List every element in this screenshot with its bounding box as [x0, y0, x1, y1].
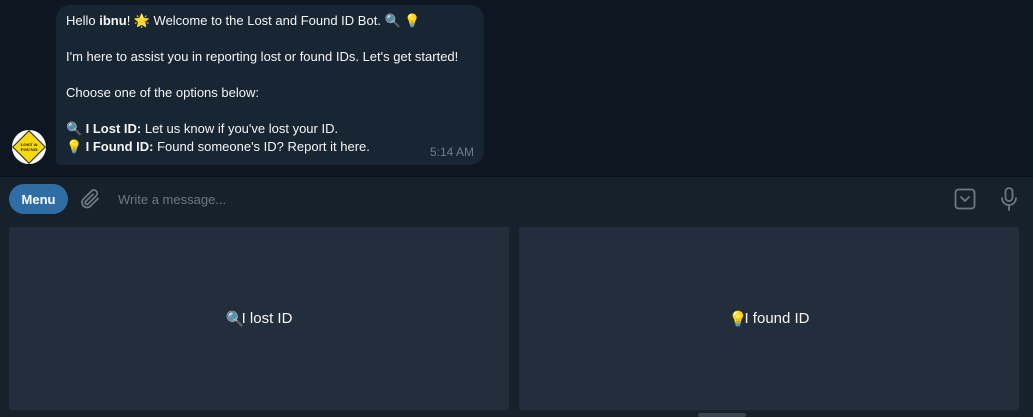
option-lost-line: 🔍 I Lost ID: Let us know if you've lost … [66, 120, 474, 138]
option-lost-title: I Lost ID: [85, 121, 142, 136]
bot-avatar[interactable]: LOST & FOUND [12, 130, 46, 164]
option-found-desc: Found someone's ID? Report it here. [153, 139, 370, 154]
microphone-icon[interactable] [997, 186, 1021, 212]
i-lost-id-button[interactable]: 🔍 I lost ID [9, 227, 509, 410]
i-lost-id-label: I lost ID [241, 310, 293, 327]
magnifier-icon: 🔍 [225, 310, 245, 328]
bot-message-bubble[interactable]: Hello ibnu! 🌟 Welcome to the Lost and Fo… [56, 5, 484, 165]
message-input[interactable] [118, 187, 918, 211]
lost-found-logo: LOST & FOUND [12, 130, 46, 164]
scroll-handle[interactable] [698, 413, 746, 417]
choose-line: Choose one of the options below: [66, 85, 259, 100]
i-found-id-label: I found ID [744, 310, 810, 327]
menu-button[interactable]: Menu [9, 184, 68, 214]
paperclip-icon[interactable] [78, 187, 102, 211]
message-input-bar: Menu [0, 176, 1033, 221]
option-found-title: I Found ID: [85, 139, 154, 154]
magnifier-icon: 🔍 [66, 121, 83, 136]
lightbulb-icon: 💡 [404, 13, 421, 28]
option-found-line: 💡 I Found ID: Found someone's ID? Report… [66, 138, 474, 156]
magnifier-icon: 🔍 [384, 13, 401, 28]
lightbulb-icon: 💡 [66, 139, 83, 154]
message-timestamp: 5:14 AM [429, 145, 474, 159]
intro-line: I'm here to assist you in reporting lost… [66, 49, 459, 64]
username: ibnu [99, 13, 127, 28]
reply-keyboard: 🔍 I lost ID 💡 I found ID [0, 221, 1033, 417]
chat-history: LOST & FOUND Hello ibnu! 🌟 Welcome to th… [0, 0, 1033, 175]
option-lost-desc: Let us know if you've lost your ID. [141, 121, 339, 136]
greeting-line: Hello ibnu! 🌟 Welcome to the Lost and Fo… [66, 13, 421, 28]
i-found-id-button[interactable]: 💡 I found ID [519, 227, 1019, 410]
logo-text: LOST & FOUND [20, 142, 38, 152]
lightbulb-icon: 💡 [728, 310, 748, 328]
star-icon: 🌟 [133, 13, 151, 28]
keyboard-toggle-icon[interactable] [953, 187, 977, 211]
